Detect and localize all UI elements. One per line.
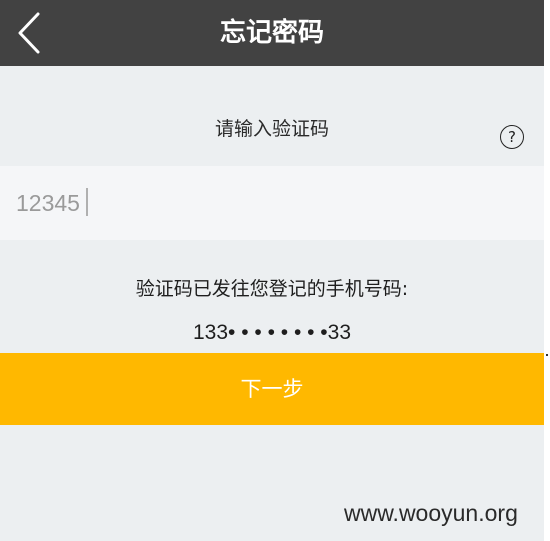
code-sent-label: 验证码已发往您登记的手机号码: xyxy=(135,278,409,300)
verification-code-field[interactable] xyxy=(0,166,544,240)
forgot-password-screen: 忘记密码 请输入验证码 ? 验证码已发往您登记的手机号码: 133• • • •… xyxy=(0,0,544,541)
screen-edge xyxy=(544,0,550,541)
next-step-button[interactable]: 下一步 xyxy=(0,353,544,425)
watermark: www.wooyun.org xyxy=(344,500,518,526)
text-cursor xyxy=(86,188,88,216)
masked-phone-number: 133• • • • • • • •33 xyxy=(192,321,352,344)
nav-bar: 忘记密码 xyxy=(0,0,544,66)
verification-prompt: 请输入验证码 xyxy=(214,118,329,140)
page-title: 忘记密码 xyxy=(219,18,324,48)
edge-marker xyxy=(546,354,548,356)
next-step-label: 下一步 xyxy=(240,377,304,401)
verification-code-input[interactable] xyxy=(16,166,516,240)
back-button[interactable] xyxy=(8,8,58,58)
chevron-left-icon xyxy=(18,12,40,54)
help-icon[interactable]: ? xyxy=(500,125,524,149)
